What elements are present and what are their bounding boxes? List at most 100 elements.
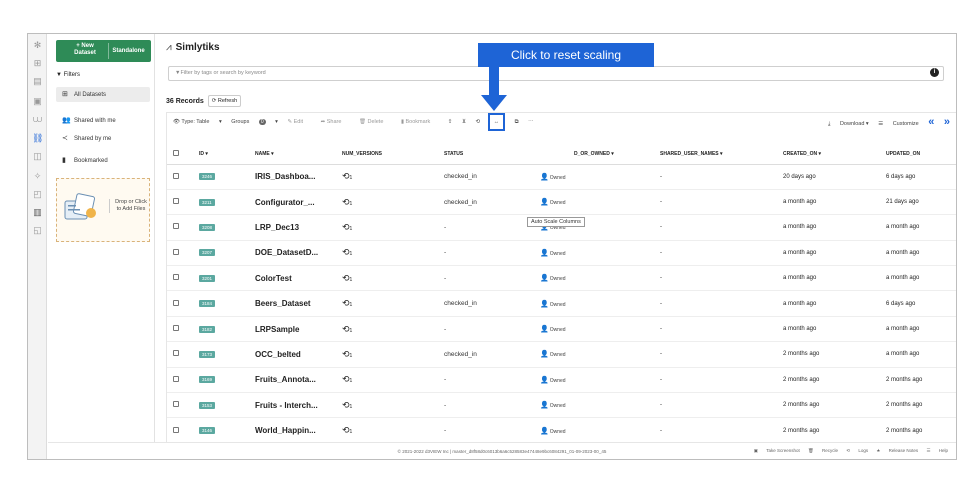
sidebar-item-all-datasets[interactable]: ⊞ All Datasets [56, 87, 150, 102]
standalone-button[interactable]: Standalone [108, 43, 148, 59]
row-select[interactable] [167, 189, 193, 216]
download-dropdown[interactable]: ⤓ Download ▾ [828, 121, 869, 127]
col-header-name[interactable]: NAME ▾ [249, 144, 336, 165]
row-select[interactable] [167, 265, 193, 292]
cell-num-versions[interactable]: ⟲1 [336, 290, 438, 317]
table-row[interactable]: 3184 Beers_Dataset ⟲1 checked_in 👤Owned - a mo… [167, 290, 956, 317]
table-row[interactable]: 3207 DOE_DatasetD... ⟲1- 👤Owned - a month ago… [167, 240, 956, 267]
cell-id[interactable]: 3173 [193, 341, 249, 368]
checkbox[interactable] [173, 223, 179, 230]
new-dataset-label[interactable]: + New Dataset [65, 43, 105, 57]
db-icon[interactable]: ◫ [32, 151, 43, 162]
row-select[interactable] [167, 240, 193, 267]
cell-name[interactable]: DOE_DatasetD... [249, 240, 336, 267]
bars-icon[interactable]: ▥ [32, 207, 43, 218]
chart-icon[interactable]: ⩊ [32, 114, 43, 125]
row-select[interactable] [167, 367, 193, 394]
cell-name[interactable]: LRPSample [249, 316, 336, 343]
id-badge[interactable]: 3201 [199, 274, 216, 282]
checkbox[interactable] [173, 426, 179, 433]
id-badge[interactable]: 3246 [199, 173, 216, 181]
id-badge[interactable]: 3169 [199, 376, 216, 384]
col-header-shared-user-names[interactable]: SHARED_USER_NAMES ▾ [654, 144, 777, 165]
cell-id[interactable]: 3211 [193, 189, 249, 216]
bookmark-button[interactable]: ▮ Bookmark [401, 119, 438, 125]
cell-num-versions[interactable]: ⟲1 [336, 316, 438, 343]
edit-button[interactable]: ✎ Edit [287, 119, 311, 125]
take-screenshot-button[interactable]: ▣ Take Screenshot [754, 448, 800, 453]
table-icon[interactable]: ▤ [32, 76, 43, 87]
cell-id[interactable]: 3207 [193, 240, 249, 267]
copy-icon[interactable]: ⧉ [515, 119, 519, 125]
cell-num-versions[interactable]: ⟲1 [336, 240, 438, 267]
cell-num-versions[interactable]: ⟲1 [336, 341, 438, 368]
cell-name[interactable]: IRIS_Dashboa... [249, 164, 336, 190]
id-badge[interactable]: 3207 [199, 249, 216, 257]
cell-name[interactable]: Fruits - Interch... [249, 392, 336, 419]
id-badge[interactable]: 3153 [199, 401, 216, 409]
checkbox[interactable] [173, 248, 179, 255]
sidebar-item-bookmarked[interactable]: ▮ Bookmarked [56, 153, 150, 168]
cell-num-versions[interactable]: ⟲1 [336, 367, 438, 394]
col-header-updated-on[interactable]: UPDATED_ON [880, 144, 956, 165]
row-select[interactable] [167, 341, 193, 368]
checkbox[interactable] [173, 350, 179, 357]
id-badge[interactable]: 3182 [199, 325, 216, 333]
network-icon[interactable]: ⛓ [32, 133, 43, 144]
auto-scale-columns-button[interactable]: ↔ [487, 113, 506, 131]
id-badge[interactable]: 3173 [199, 350, 216, 358]
cell-name[interactable]: World_Happin... [249, 417, 336, 444]
checkbox[interactable] [173, 401, 179, 408]
checkbox[interactable] [173, 299, 179, 306]
cell-num-versions[interactable]: ⟲1 [336, 164, 438, 190]
more-icon[interactable]: ⋯ [528, 119, 534, 125]
row-select[interactable] [167, 214, 193, 241]
search-input[interactable]: ▼Filter by tags or search by keyword i [168, 66, 944, 81]
cell-num-versions[interactable]: ⟲1 [336, 214, 438, 241]
select-all-checkbox[interactable] [167, 144, 193, 165]
recycle-button[interactable]: 🗑 Recycle [808, 448, 838, 453]
sidebar-item-shared-with-me[interactable]: 👥 Shared with me [56, 113, 150, 128]
table-row[interactable]: 3201 ColorTest ⟲1- 👤Owned - a month ago a mont… [167, 265, 956, 292]
chevron-right-icon[interactable]: » [944, 116, 950, 128]
new-dataset-button[interactable]: + New Dataset Standalone [56, 40, 151, 62]
cell-id[interactable]: 3201 [193, 265, 249, 292]
upload-icon[interactable]: ⇪ [448, 119, 453, 125]
dashboard-icon[interactable]: ✻ [32, 40, 43, 51]
checkbox[interactable] [173, 149, 179, 156]
cell-id[interactable]: 3153 [193, 392, 249, 419]
file-icon[interactable]: ◱ [32, 225, 43, 236]
cell-name[interactable]: LRP_Dec13 [249, 214, 336, 241]
file-drop-zone[interactable]: Drop or Click to Add Files [56, 178, 150, 242]
chevron-left-icon[interactable]: « [928, 116, 934, 128]
customize-button[interactable]: ☰ Customize [878, 121, 918, 127]
cell-id[interactable]: 3246 [193, 164, 249, 190]
row-select[interactable] [167, 392, 193, 419]
cell-name[interactable]: Beers_Dataset [249, 290, 336, 317]
id-badge[interactable]: 3211 [199, 198, 215, 206]
cell-id[interactable]: 3182 [193, 316, 249, 343]
delete-button[interactable]: 🗑 Delete [359, 119, 391, 125]
col-header-num-versions[interactable]: NUM_VERSIONS [336, 144, 438, 165]
release-notes-button[interactable]: ★ Release Notes [876, 448, 918, 453]
cell-name[interactable]: Configurator_... [249, 189, 336, 216]
cell-id[interactable]: 3169 [193, 367, 249, 394]
id-badge[interactable]: 3208 [199, 223, 216, 231]
table-row[interactable]: 3169 Fruits_Annota... ⟲1- 👤Owned -2 months a… [167, 367, 956, 394]
cell-id[interactable]: 3184 [193, 290, 249, 317]
layers-icon[interactable]: ⊞ [32, 58, 43, 69]
checkbox[interactable] [173, 172, 179, 179]
row-select[interactable] [167, 316, 193, 343]
cell-id[interactable]: 3146 [193, 417, 249, 444]
col-header-shared-or-owned[interactable]: D_OR_OWNED ▾ [534, 144, 654, 165]
table-row[interactable]: 3153 Fruits - Interch... ⟲1- 👤Owned -2 month… [167, 392, 956, 419]
row-select[interactable] [167, 417, 193, 444]
filter-funnel-icon[interactable]: ⊻ [462, 119, 466, 125]
history-icon[interactable]: ⟲ [476, 119, 481, 125]
checkbox[interactable] [173, 198, 179, 205]
id-badge[interactable]: 3184 [199, 300, 216, 308]
table-row[interactable]: 3173 OCC_belted ⟲1 checked_in 👤Owned -2 month… [167, 341, 956, 368]
cell-id[interactable]: 3208 [193, 214, 249, 241]
col-header-status[interactable]: STATUS [438, 144, 534, 165]
groups-dropdown[interactable]: Groups 0 ▾ [231, 119, 278, 125]
